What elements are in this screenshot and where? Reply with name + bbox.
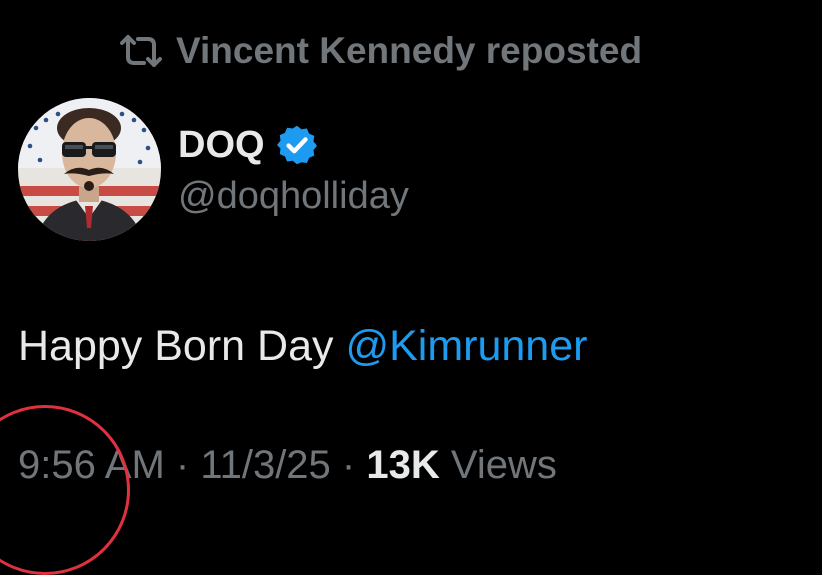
tweet-date[interactable]: 11/3/25 [200,443,331,487]
views-count[interactable]: 13K [366,443,439,487]
display-name[interactable]: DOQ [178,124,265,167]
tweet-time[interactable]: 9:56 AM [18,443,165,487]
mention-link[interactable]: @Kimrunner [345,322,587,370]
author-name-row[interactable]: DOQ [178,118,319,172]
author-handle[interactable]: @doqholliday [178,175,409,218]
tweet-text-prefix: Happy Born Day [18,322,346,370]
meta-separator: · [164,443,201,487]
verified-badge-icon [276,125,317,165]
avatar-portrait [18,98,161,241]
tweet-text: Happy Born Day @Kimrunner [18,322,587,371]
meta-separator: · [330,443,367,487]
repost-indicator[interactable]: Vincent Kennedy reposted [118,26,642,76]
repost-text: Vincent Kennedy reposted [176,30,643,71]
annotation-circle [0,405,130,575]
tweet-meta: 9:56 AM · 11/3/25 · 13K Views [18,443,557,488]
repost-icon [120,35,162,67]
avatar[interactable] [18,98,161,241]
views-label: Views [439,443,557,487]
